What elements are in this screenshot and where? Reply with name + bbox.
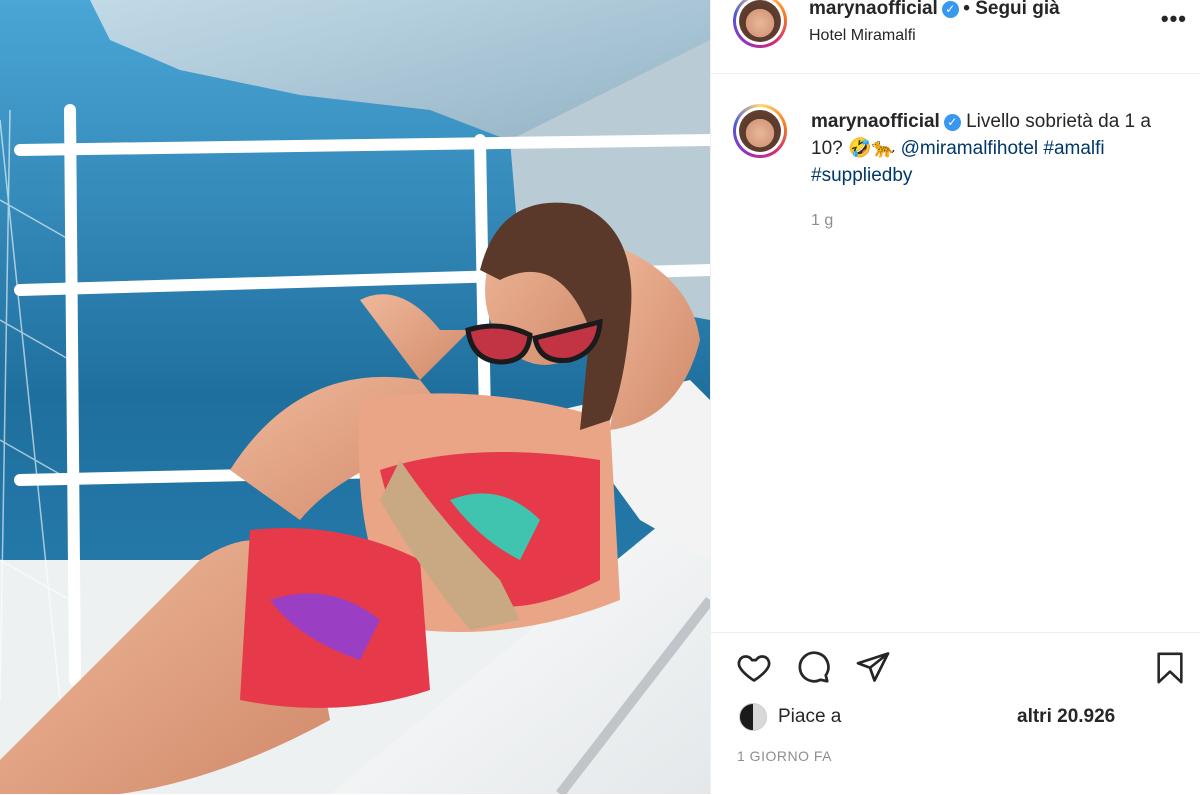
caption-mention[interactable]: @miramalfihotel [901, 138, 1039, 159]
post-photo-illustration [0, 0, 710, 794]
avatar-image [739, 0, 781, 42]
caption-hashtag-suppliedby[interactable]: #suppliedby [811, 165, 912, 186]
actions-section: Piace a altri 20.926 1 GIORNO FA [711, 632, 1200, 795]
avatar[interactable] [733, 0, 787, 48]
likes-row: Piace a altri 20.926 [735, 703, 1185, 733]
caption-time: 1 g [811, 212, 834, 229]
caption-avatar-image [739, 110, 781, 152]
header-username[interactable]: marynaofficial [809, 0, 938, 19]
caption-hashtag-amalfi[interactable]: #amalfi [1043, 138, 1104, 159]
heart-icon[interactable] [735, 649, 773, 685]
caption-avatar[interactable] [733, 104, 787, 158]
comment-icon[interactable] [795, 649, 831, 685]
post-sidebar: marynaofficial ✓ • Segui già Hotel Mirama… [710, 0, 1200, 794]
caption: marynaofficial ✓ Livello sobrietà da 1 a … [811, 108, 1181, 189]
follow-status[interactable]: • Segui già [963, 0, 1059, 19]
post-photo[interactable] [0, 0, 710, 794]
location-link[interactable]: Hotel Miramalfi [809, 27, 916, 45]
likes-count[interactable]: altri 20.926 [1017, 706, 1115, 728]
bookmark-icon[interactable] [1153, 649, 1187, 687]
caption-verified-icon: ✓ [943, 114, 961, 131]
caption-username[interactable]: marynaofficial [811, 111, 940, 132]
liker-avatar[interactable] [739, 703, 767, 731]
post-header: marynaofficial ✓ • Segui già Hotel Mirama… [711, 0, 1200, 74]
header-user-line: marynaofficial ✓ • Segui già [809, 0, 1060, 20]
more-options-icon[interactable]: ••• [1161, 6, 1187, 32]
share-icon[interactable] [855, 649, 891, 685]
likes-prefix: Piace a [778, 706, 842, 727]
post-date: 1 GIORNO FA [737, 748, 832, 764]
verified-icon: ✓ [941, 1, 959, 18]
